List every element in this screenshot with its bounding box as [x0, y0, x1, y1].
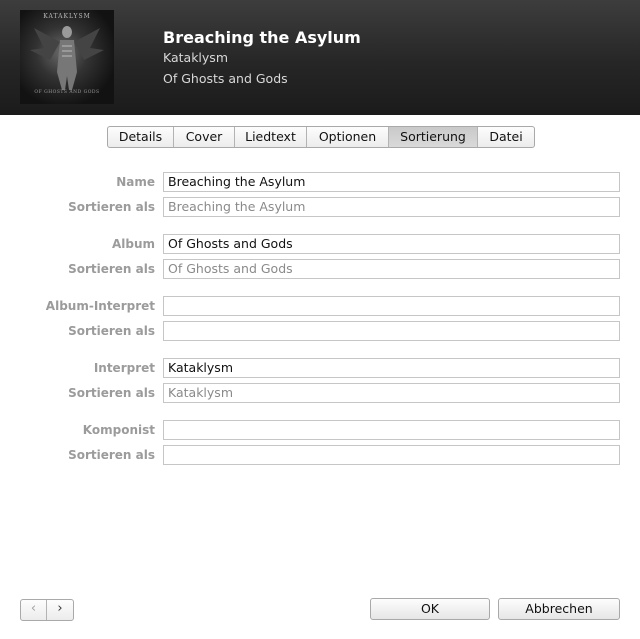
- album-artist-label: Album-Interpret: [45, 299, 155, 313]
- album-sort-label: Sortieren als: [68, 262, 155, 276]
- name-field[interactable]: Breaching the Asylum: [163, 172, 620, 192]
- chevron-left-icon: ‹: [30, 601, 37, 616]
- album-artist-sort-field[interactable]: [163, 321, 620, 341]
- artwork-album-text: OF GHOSTS AND GODS: [34, 90, 100, 95]
- chevron-right-icon: ›: [57, 601, 63, 616]
- composer-sort-field[interactable]: [163, 445, 620, 465]
- tab-sorting[interactable]: Sortierung: [389, 127, 478, 147]
- tab-details[interactable]: Details: [108, 127, 174, 147]
- track-title: Breaching the Asylum: [163, 28, 361, 47]
- ok-button[interactable]: OK: [370, 598, 490, 620]
- artist-field[interactable]: Kataklysm: [163, 358, 620, 378]
- track-header: KATAKLYSM OF GHOSTS AND GODS Breaching t…: [0, 0, 640, 115]
- tab-options[interactable]: Optionen: [307, 127, 389, 147]
- cancel-button[interactable]: Abbrechen: [498, 598, 620, 620]
- album-artist-field[interactable]: [163, 296, 620, 316]
- next-track-button[interactable]: ›: [47, 600, 73, 620]
- composer-label: Komponist: [82, 423, 155, 437]
- band-logo: KATAKLYSM: [43, 13, 91, 20]
- name-sort-label: Sortieren als: [68, 200, 155, 214]
- artist-sort-field[interactable]: Kataklysm: [163, 383, 620, 403]
- tab-cover[interactable]: Cover: [174, 127, 235, 147]
- tab-file[interactable]: Datei: [478, 127, 534, 147]
- artist-sort-label: Sortieren als: [68, 386, 155, 400]
- album-sort-field[interactable]: Of Ghosts and Gods: [163, 259, 620, 279]
- previous-track-button[interactable]: ‹: [21, 600, 47, 620]
- track-album: Of Ghosts and Gods: [163, 71, 288, 86]
- tab-lyrics[interactable]: Liedtext: [235, 127, 307, 147]
- album-artist-sort-label: Sortieren als: [68, 324, 155, 338]
- album-label: Album: [111, 237, 155, 251]
- track-navigation: ‹ ›: [20, 599, 74, 621]
- artist-label: Interpret: [93, 361, 155, 375]
- name-label: Name: [116, 175, 155, 189]
- name-sort-field[interactable]: Breaching the Asylum: [163, 197, 620, 217]
- composer-sort-label: Sortieren als: [68, 448, 155, 462]
- tab-bar: Details Cover Liedtext Optionen Sortieru…: [107, 126, 535, 148]
- album-artwork: KATAKLYSM OF GHOSTS AND GODS: [20, 10, 114, 104]
- track-artist: Kataklysm: [163, 50, 228, 65]
- album-field[interactable]: Of Ghosts and Gods: [163, 234, 620, 254]
- composer-field[interactable]: [163, 420, 620, 440]
